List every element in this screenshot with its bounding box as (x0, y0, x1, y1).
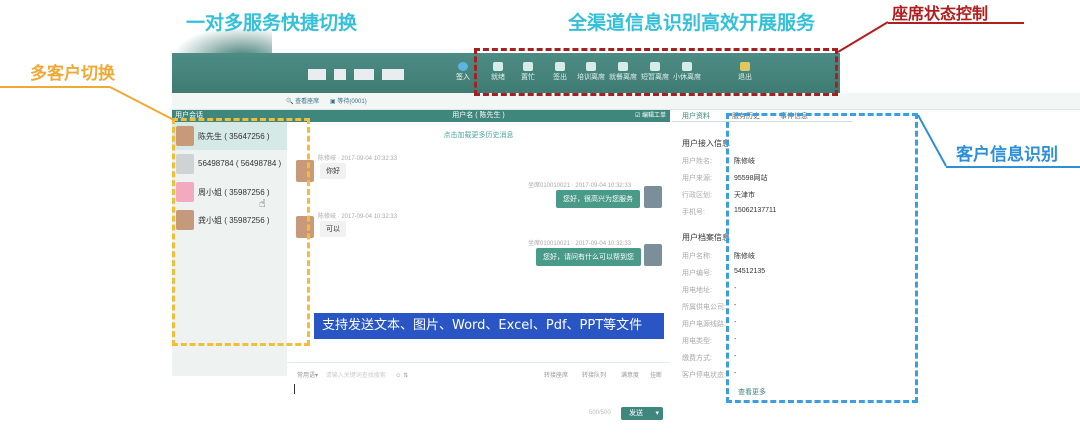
waiting-queue-link[interactable]: ▣ 等待(0001) (330, 96, 367, 105)
phrase-search-input[interactable]: 请输入关键词查找搜索 (326, 373, 386, 379)
customer-info-underline (946, 166, 1080, 168)
field-label: 用户编号: (682, 270, 712, 277)
message-bubble: 您好，很高兴为您服务 (556, 190, 640, 208)
send-dropdown-icon[interactable]: ▾ (655, 407, 659, 420)
chat-title: 用户名 ( 陈先生 ) (452, 112, 505, 119)
field-label: 客户停电状态: (682, 372, 726, 379)
send-label: 发送 (629, 410, 643, 417)
load-history-link[interactable]: 点击加载更多历史消息 (287, 130, 670, 140)
annotation-customer-info: 客户信息识别 (956, 145, 1058, 165)
field-label: 手机号: (682, 209, 705, 216)
agent-avatar (644, 244, 662, 266)
send-button[interactable]: 发送 ▾ (621, 407, 663, 420)
message-meta: 陈修岐 · 2017-09-04 10:32:33 (318, 156, 398, 162)
signin-label: 签入 (456, 74, 470, 81)
tab-user-profile[interactable]: 用户资料 (682, 111, 710, 121)
input-toolbar: 常用语▾ 请输入关键词查找搜索 ☺ ⇅ (297, 370, 408, 379)
signin-icon (458, 62, 468, 71)
message-bubble: 你好 (320, 163, 346, 179)
screenshot-root: 签入 就绪 置忙 签出 培训离席 就餐离席 短暂离席 小休离席 退出 🔍 查看座席 ▣ 等待… (0, 0, 1080, 437)
edit-work-order-button[interactable]: ☑ 编辑工单 (635, 110, 666, 122)
file-support-banner: 支持发送文本、图片、Word、Excel、Pdf、PPT等文件 (314, 313, 664, 339)
field-label: 用户来源: (682, 175, 712, 182)
message-meta: 陈修岐 · 2017-09-04 10:32:33 (318, 214, 398, 220)
text-cursor (294, 384, 295, 394)
hangup-button[interactable]: 挂断 (650, 370, 662, 379)
waiting-label: 等待(0001) (337, 99, 367, 105)
field-label: 用电类型: (682, 338, 712, 345)
access-info-title: 用户接入信息 (682, 139, 730, 148)
redacted-logo (308, 66, 412, 84)
multi-customer-underline (0, 86, 110, 88)
seat-status-underline (888, 22, 1024, 24)
transfer-seat-button[interactable]: 转接座席 (544, 370, 568, 379)
field-label: 所属供电公司: (682, 304, 726, 311)
view-seats-label: 查看座席 (295, 99, 320, 105)
emoji-icon[interactable]: ☺ ⇅ (395, 373, 408, 379)
field-label: 用户电源线路: (682, 321, 726, 328)
archive-info-title: 用户档案信息 (682, 233, 730, 242)
message-bubble: 可以 (320, 221, 346, 237)
transfer-queue-button[interactable]: 转接队列 (582, 370, 606, 379)
message-meta: 坐席010010021 · 2017-09-04 10:32:33 (528, 241, 632, 247)
field-label: 用户姓名: (682, 158, 712, 165)
multi-customer-highlight-box (172, 118, 310, 346)
message-bubble: 您好，请问有什么可以帮到您 (536, 248, 641, 266)
seat-status-connector (837, 21, 889, 53)
annotation-omni-channel: 全渠道信息识别高效开展服务 (568, 12, 816, 34)
seat-status-highlight-box (474, 48, 838, 96)
char-counter: 500/500 (589, 410, 611, 416)
message-meta: 坐席010010021 · 2017-09-04 10:32:33 (528, 183, 632, 189)
customer-info-highlight-box (726, 113, 918, 403)
field-label: 行政区划: (682, 192, 712, 199)
satisfaction-button[interactable]: 满意度 (621, 370, 639, 379)
view-seats-link[interactable]: 🔍 查看座席 (286, 96, 319, 105)
edit-work-order-label: 编辑工单 (641, 113, 666, 119)
annotation-multi-customer: 多客户切换 (30, 64, 115, 84)
annotation-seat-status: 座席状态控制 (892, 4, 989, 23)
field-label: 缴费方式: (682, 355, 712, 362)
field-label: 用电地址: (682, 287, 712, 294)
agent-avatar (644, 186, 662, 208)
multi-customer-connector (109, 86, 175, 121)
annotation-one-to-many: 一对多服务快捷切换 (186, 12, 358, 34)
field-label: 用户名称: (682, 253, 712, 260)
quick-phrase-dropdown[interactable]: 常用语▾ (297, 373, 318, 379)
chat-header: 用户名 ( 陈先生 ) ☑ 编辑工单 (287, 110, 670, 122)
